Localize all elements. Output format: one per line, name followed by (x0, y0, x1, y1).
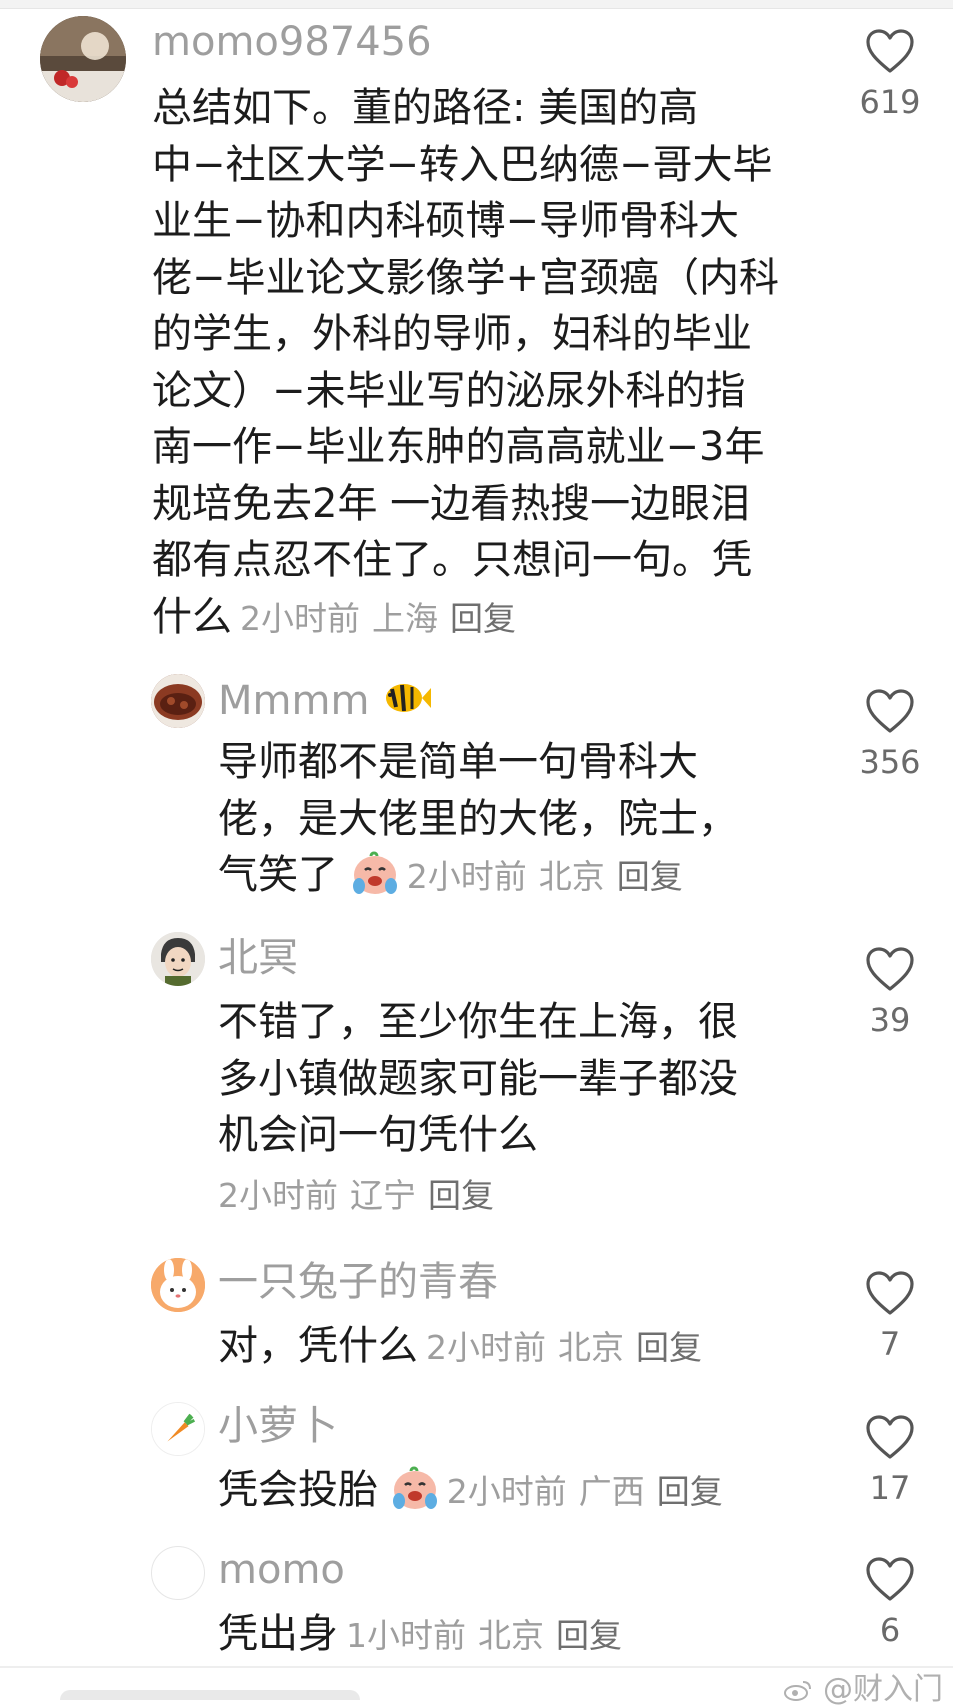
comment-text-line: 多小镇做题家可能一辈子都没 (218, 1055, 738, 1102)
tropical-fish-emoji-icon (386, 684, 432, 712)
like-count: 7 (879, 1325, 901, 1363)
comment-text-line: 中−社区大学−转入巴纳德−哥大毕 (152, 141, 773, 188)
comment-text: 凭出身 1小时前 北京 回复 (218, 1606, 838, 1665)
heart-outline-icon[interactable] (865, 1270, 915, 1316)
like-count: 17 (869, 1469, 911, 1507)
crying-laugh-emoji-icon (352, 851, 397, 894)
comment-time: 1小时前 (346, 1616, 466, 1655)
comment-username[interactable]: 一只兔子的青春 (218, 1258, 498, 1306)
like-column: 619 (855, 28, 925, 120)
comment-location: 上海 (372, 598, 438, 638)
comment-text-tail: 凭出身 (218, 1611, 338, 1657)
comment-text: 不错了，至少你生在上海，很 多小镇做题家可能一辈子都没 机会问一句凭什么 2小时… (218, 994, 838, 1224)
avatar-image-icon (151, 932, 205, 986)
weibo-watermark: @财入门 (783, 1664, 943, 1708)
heart-outline-icon[interactable] (865, 946, 915, 992)
comment-time: 2小时前 (446, 1472, 567, 1511)
avatar[interactable] (40, 16, 126, 102)
comment-username[interactable]: momo987456 (152, 18, 432, 66)
reply-button[interactable]: 回复 (556, 1616, 622, 1655)
comment-last-line: 什么 2小时前 上海 回复 (152, 589, 842, 648)
crying-laugh-emoji-icon (392, 1466, 437, 1509)
comment-location: 北京 (558, 1328, 624, 1367)
comment-meta: 2小时前 北京 回复 (426, 1328, 702, 1367)
comment-text-line: 不错了，至少你生在上海，很 (218, 999, 738, 1045)
comment-username[interactable]: momo (218, 1546, 345, 1594)
reply-button[interactable]: 回复 (657, 1472, 723, 1511)
comment-last-line: 凭会投胎 2小时前 广西 回复 (218, 1462, 838, 1521)
avatar[interactable] (151, 932, 205, 986)
comment-text: 总结如下。董的路径: 美国的高 中−社区大学−转入巴纳德−哥大毕 业生−协和内科… (152, 80, 842, 647)
comment-meta: 2小时前 广西 回复 (447, 1472, 723, 1511)
comment-last-line: 凭出身 1小时前 北京 回复 (218, 1606, 838, 1665)
avatar[interactable] (151, 674, 205, 728)
reply-button[interactable]: 回复 (450, 599, 516, 638)
comment-text-line: 论文）−未毕业写的泌尿外科的指 (152, 367, 746, 414)
reply-button[interactable]: 回复 (428, 1176, 494, 1215)
heart-outline-icon[interactable] (865, 1414, 915, 1460)
comment-meta: 2小时前 上海 回复 (240, 599, 516, 638)
comment-text-line: 业生−协和内科硕博−导师骨科大 (152, 198, 740, 244)
comment-text-line: 佬，是大佬里的大佬，院士， (218, 795, 738, 842)
heart-outline-icon[interactable] (865, 688, 915, 734)
comment-location: 广西 (578, 1472, 645, 1511)
comment-time: 2小时前 (426, 1328, 546, 1367)
avatar-image-icon (151, 674, 205, 728)
comment-text: 凭会投胎 2小时前 广西 回复 (218, 1462, 838, 1521)
avatar[interactable] (151, 1258, 205, 1312)
comment-text: 导师都不是简单一句骨科大 佬，是大佬里的大佬，院士， 气笑了 2小时前 北京 回复 (218, 734, 838, 906)
comment-last-line: 对，凭什么 2小时前 北京 回复 (218, 1318, 838, 1377)
like-column: 356 (855, 688, 925, 780)
comment-text-line: 总结如下。董的路径: 美国的高 (152, 85, 699, 131)
username-text: Mmmm (218, 678, 370, 724)
comment-text-line: 南一作−毕业东肿的高高就业−3年 (152, 424, 765, 470)
weibo-logo-icon (784, 1681, 812, 1701)
comment-text: 对，凭什么 2小时前 北京 回复 (218, 1318, 838, 1377)
carrot-icon (152, 1403, 204, 1455)
comment-text-line: 规培免去2年 一边看热搜一边眼泪 (152, 480, 751, 527)
like-count: 619 (859, 83, 921, 121)
comment-text-line: 佬−毕业论文影像学+宫颈癌（内科 (152, 254, 780, 301)
comment-text-line: 都有点忍不住了。只想问一句。凭 (152, 537, 752, 583)
comment-location: 北京 (538, 857, 605, 896)
comment-last-line: 气笑了 2小时前 北京 回复 (218, 847, 838, 906)
like-column: 6 (855, 1556, 925, 1648)
comment-time: 2小时前 (240, 598, 360, 638)
comment-location: 北京 (478, 1616, 544, 1655)
like-column: 17 (855, 1414, 925, 1506)
comment-text-tail: 凭会投胎 (218, 1467, 378, 1513)
comment-location: 辽宁 (350, 1175, 416, 1215)
comment-text-tail: 气笑了 (218, 852, 338, 898)
comment-time: 2小时前 (218, 1175, 338, 1215)
comment-username[interactable]: 北冥 (218, 934, 298, 982)
reply-button[interactable]: 回复 (617, 857, 683, 896)
comment-username[interactable]: 小萝卜 (218, 1402, 338, 1450)
like-column: 7 (855, 1270, 925, 1362)
reply-button[interactable]: 回复 (636, 1328, 702, 1367)
comment-text-line: 机会问一句凭什么 (218, 1112, 538, 1158)
like-count: 356 (859, 743, 921, 781)
comment-meta: 2小时前 北京 回复 (407, 857, 683, 896)
comment-username[interactable]: Mmmm (218, 676, 432, 725)
avatar[interactable] (151, 1546, 205, 1600)
like-column: 39 (855, 946, 925, 1038)
heart-outline-icon[interactable] (865, 28, 915, 74)
comment-time: 2小时前 (406, 857, 527, 896)
input-bar-edge (60, 1690, 360, 1700)
watermark-text: @财入门 (823, 1672, 943, 1707)
avatar-image-icon (40, 16, 126, 102)
comment-text-tail: 对，凭什么 (218, 1323, 418, 1369)
comment-text-line: 导师都不是简单一句骨科大 (218, 739, 698, 785)
comment-meta: 2小时前 辽宁 回复 (218, 1168, 838, 1225)
comment-text-line: 的学生，外科的导师，妇科的毕业 (152, 311, 752, 357)
avatar[interactable] (151, 1402, 205, 1456)
like-count: 39 (869, 1001, 911, 1039)
heart-outline-icon[interactable] (865, 1556, 915, 1602)
avatar-image-icon (151, 1258, 205, 1312)
like-count: 6 (879, 1611, 901, 1649)
comment-meta: 1小时前 北京 回复 (346, 1616, 622, 1655)
comment-text-tail: 什么 (152, 593, 232, 640)
top-divider (0, 0, 953, 9)
